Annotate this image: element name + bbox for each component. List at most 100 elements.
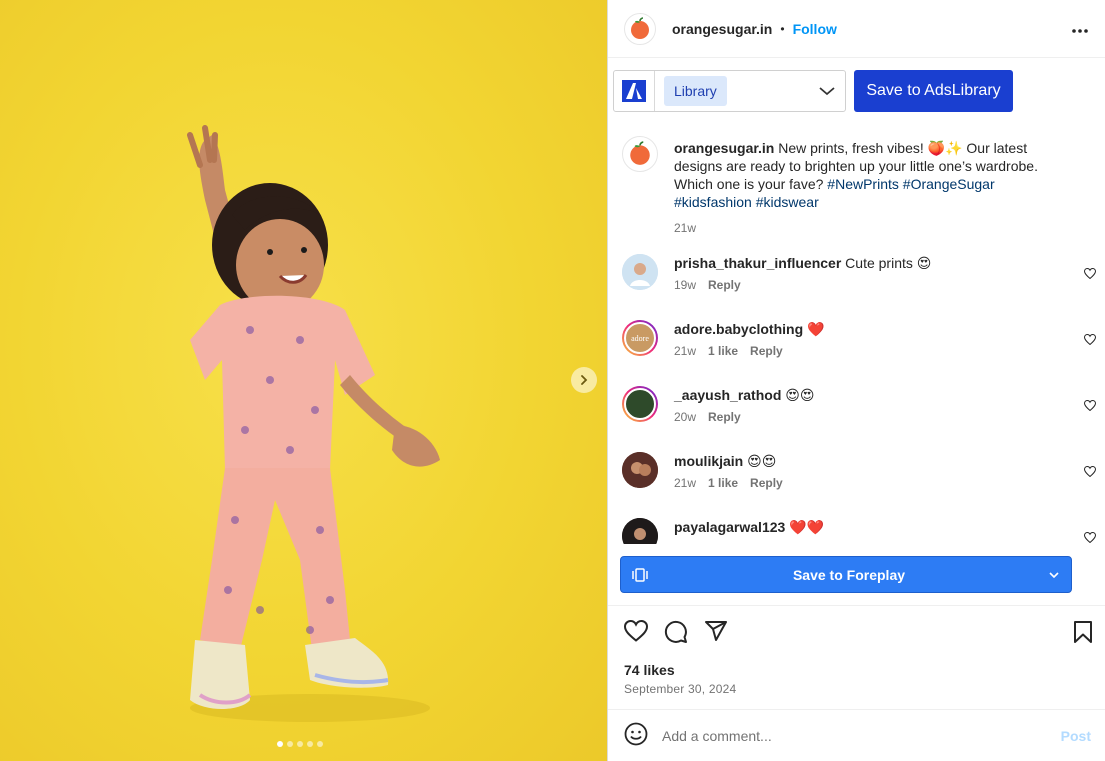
reply-button[interactable]: Reply	[750, 474, 783, 492]
bookmark-icon	[1074, 621, 1092, 643]
comment-time: 19w	[674, 278, 697, 292]
comment-meta: 21w 1 like Reply	[674, 342, 1064, 360]
comment-body: adore.babyclothing ❤️ 21w 1 like Reply	[674, 320, 1064, 360]
comment-username[interactable]: prisha_thakur_influencer	[674, 255, 841, 271]
like-comment-button[interactable]	[1083, 332, 1097, 348]
comment-text: ❤️❤️	[789, 519, 825, 535]
post-side-panel: orangesugar.in • Follow Library Save to …	[607, 0, 1105, 761]
carousel-dot	[277, 741, 283, 747]
chevron-down-icon	[819, 87, 835, 96]
avatar-photo	[622, 254, 658, 290]
avatar-photo: adore	[624, 322, 656, 354]
adslibrary-logo	[614, 71, 655, 111]
avatar-photo	[622, 518, 658, 544]
post-header: orangesugar.in • Follow	[608, 0, 1105, 58]
like-comment-button[interactable]	[1083, 530, 1097, 544]
commenter-avatar[interactable]	[622, 518, 658, 544]
likes-count[interactable]: 74 likes	[624, 662, 675, 678]
comment-username[interactable]: adore.babyclothing	[674, 321, 803, 337]
caption-body: orangesugar.in New prints, fresh vibes! …	[674, 139, 1064, 237]
like-comment-button[interactable]	[1083, 464, 1097, 480]
post-media[interactable]	[0, 0, 607, 761]
avatar-brand-text: adore	[631, 333, 649, 343]
comment-input[interactable]	[662, 727, 1032, 744]
caption-time: 21w	[674, 221, 697, 235]
comment-username[interactable]: moulikjain	[674, 453, 743, 469]
next-media-button[interactable]	[571, 367, 597, 393]
smiley-icon	[624, 722, 648, 746]
hashtag[interactable]: #NewPrints	[827, 176, 899, 192]
like-comment-button[interactable]	[1083, 266, 1097, 282]
follow-button[interactable]: Follow	[793, 21, 837, 37]
library-select[interactable]: Library	[613, 70, 846, 112]
commenter-avatar[interactable]	[622, 386, 658, 422]
comment-username[interactable]: payalagarwal123	[674, 519, 785, 535]
heart-icon	[623, 619, 649, 642]
comment-likes[interactable]: 1 like	[708, 474, 738, 492]
reply-button[interactable]: Reply	[708, 276, 741, 294]
commenter-avatar[interactable]: adore	[622, 320, 658, 356]
orange-logo-icon	[631, 16, 649, 39]
comment-username[interactable]: _aayush_rathod	[674, 387, 781, 403]
comment-meta: 21w 1 like Reply	[674, 474, 1064, 492]
heart-icon	[1083, 399, 1097, 412]
commenter-avatar[interactable]	[622, 254, 658, 290]
reply-button[interactable]: Reply	[708, 408, 741, 426]
comment-composer: Post	[608, 709, 1105, 761]
avatar-photo	[624, 388, 656, 420]
comment-text: 😍😍	[785, 387, 815, 403]
caption-meta: 21w	[674, 219, 1064, 237]
carousel-dot	[317, 741, 323, 747]
adslibrary-toolbar: Library Save to AdsLibrary	[613, 70, 1013, 112]
library-selected-value: Library	[664, 76, 727, 106]
share-button[interactable]	[704, 620, 728, 647]
heart-icon	[1083, 531, 1097, 544]
like-comment-button[interactable]	[1083, 398, 1097, 414]
comments-list[interactable]: orangesugar.in New prints, fresh vibes! …	[608, 130, 1105, 544]
caption-username[interactable]: orangesugar.in	[674, 140, 774, 156]
save-to-adslibrary-button[interactable]: Save to AdsLibrary	[854, 70, 1013, 112]
save-post-button[interactable]	[1073, 621, 1093, 646]
comment-button[interactable]	[664, 620, 688, 647]
heart-icon	[1083, 465, 1097, 478]
comment-body: _aayush_rathod 😍😍 20w Reply	[674, 386, 1064, 426]
avatar-photo	[622, 452, 658, 488]
brand-avatar[interactable]	[622, 136, 658, 172]
comment-likes[interactable]: 1 like	[708, 342, 738, 360]
action-icons	[623, 619, 728, 647]
emoji-button[interactable]	[624, 722, 648, 749]
comment-meta: 20w Reply	[674, 408, 1064, 426]
header-username[interactable]: orangesugar.in	[672, 21, 772, 37]
comment-time: 21w	[674, 476, 697, 490]
comment-body: moulikjain 😍😍 21w 1 like Reply	[674, 452, 1064, 492]
header-separator: •	[780, 21, 785, 36]
heart-icon	[1083, 267, 1097, 280]
post-modal: orangesugar.in • Follow Library Save to …	[0, 0, 1105, 761]
comment-body: prisha_thakur_influencer Cute prints 😍 1…	[674, 254, 1064, 294]
commenter-avatar[interactable]	[622, 452, 658, 488]
hashtag[interactable]: #kidswear	[756, 194, 819, 210]
comment-time: 20w	[674, 410, 697, 424]
chevron-right-icon	[581, 375, 588, 385]
reply-button[interactable]: Reply	[750, 342, 783, 360]
chevron-down-icon[interactable]	[1049, 571, 1059, 578]
hashtag[interactable]: #OrangeSugar	[903, 176, 995, 192]
save-to-foreplay-button[interactable]: Save to Foreplay	[620, 556, 1072, 593]
carousel-dot	[297, 741, 303, 747]
adslibrary-logo-icon	[622, 80, 646, 102]
paper-plane-icon	[705, 621, 727, 641]
carousel-dot	[307, 741, 313, 747]
brand-avatar[interactable]	[624, 12, 656, 45]
like-button[interactable]	[623, 619, 649, 647]
post-date: September 30, 2024	[624, 682, 737, 696]
post-comment-button[interactable]: Post	[1061, 728, 1091, 744]
comment-text: 😍😍	[747, 453, 777, 469]
orange-logo-icon	[630, 141, 650, 165]
post-actions: 74 likes September 30, 2024	[608, 605, 1105, 709]
comment-text: ❤️	[807, 321, 825, 337]
hashtag[interactable]: #kidsfashion	[674, 194, 752, 210]
more-options-button[interactable]	[1071, 21, 1089, 37]
carousel-dots	[277, 741, 323, 747]
comment-time: 21w	[674, 344, 697, 358]
more-horizontal-icon	[1072, 28, 1088, 33]
